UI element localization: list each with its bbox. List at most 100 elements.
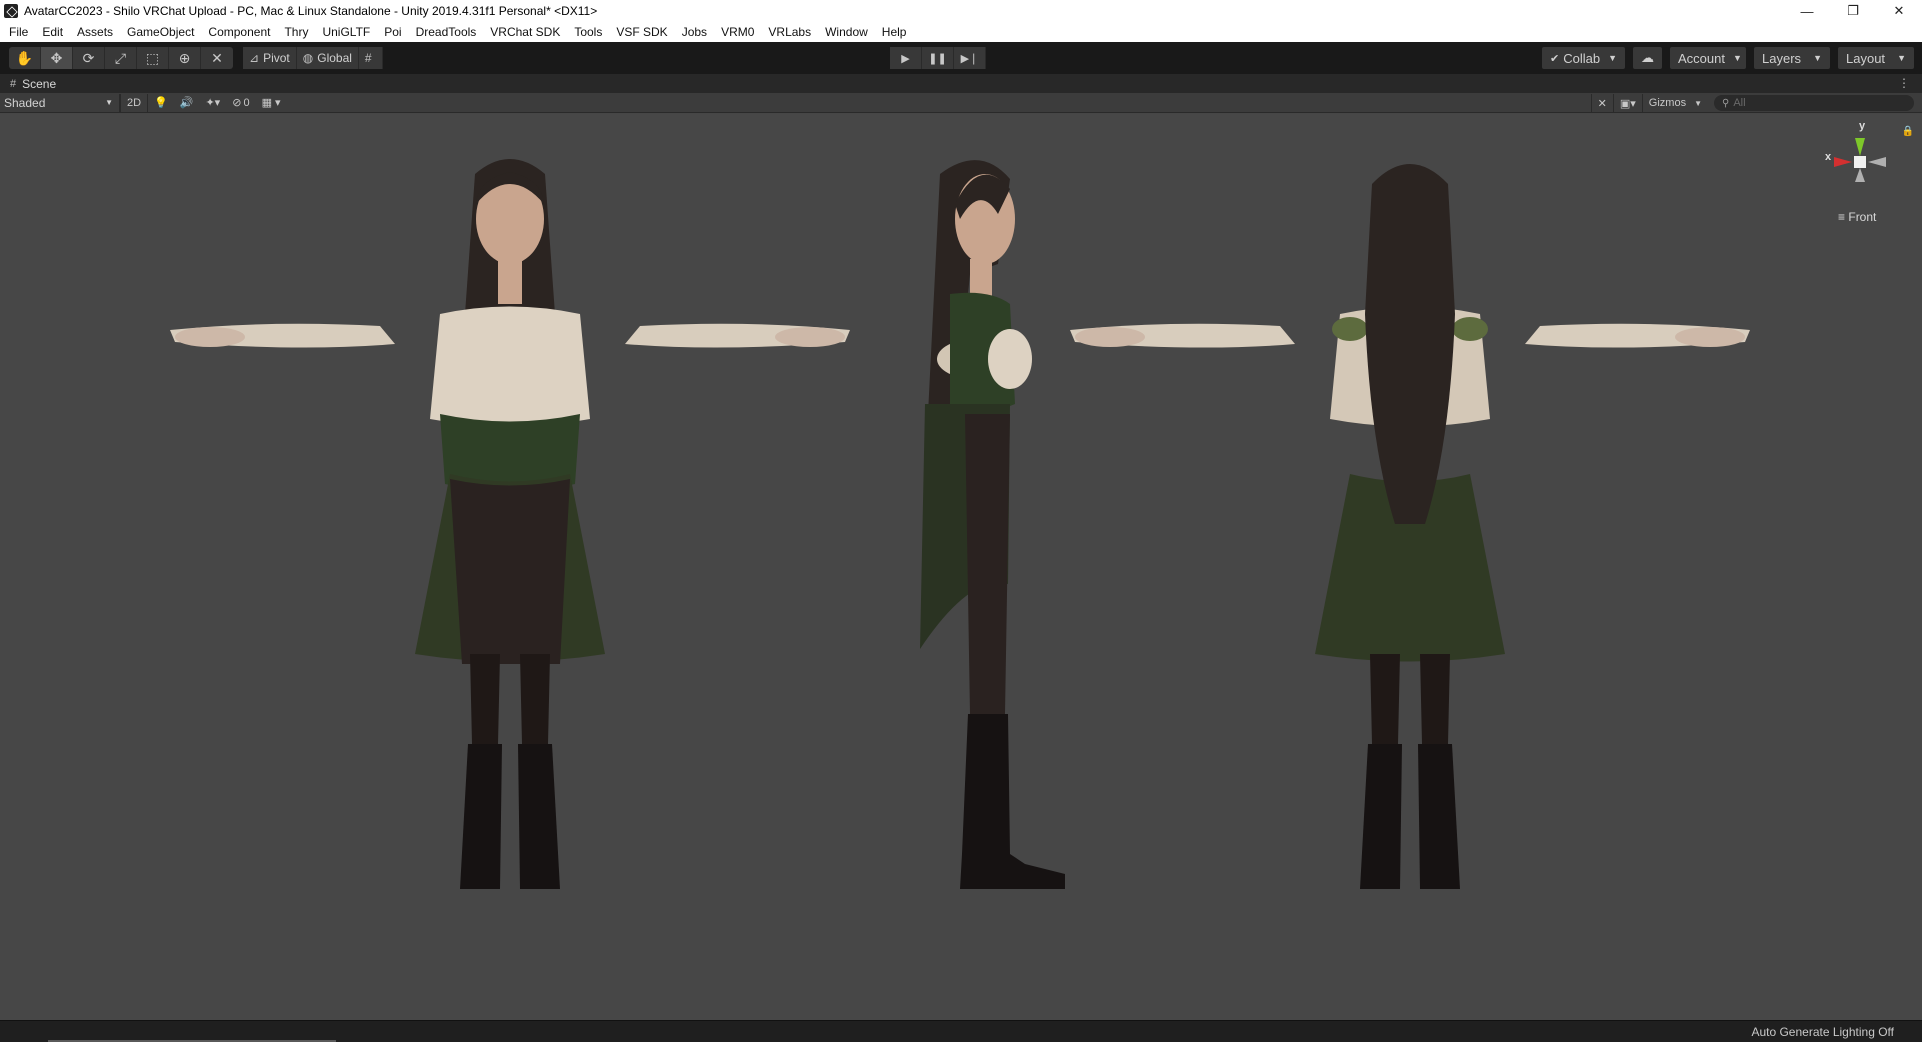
menu-jobs[interactable]: Jobs	[675, 22, 714, 42]
transform-tool-icon[interactable]: ⊕	[169, 47, 201, 69]
layout-dropdown[interactable]: Layout ▼	[1838, 47, 1914, 69]
scene-grid-icon: #	[10, 77, 17, 90]
menu-edit[interactable]: Edit	[35, 22, 70, 42]
menu-dreadtools[interactable]: DreadTools	[409, 22, 484, 42]
menu-vsf-sdk[interactable]: VSF SDK	[609, 22, 674, 42]
global-label: Global	[317, 51, 352, 65]
rect-tool-icon[interactable]: ⬚	[137, 47, 169, 69]
hidden-objects-toggle[interactable]: ⊘ 0	[226, 94, 255, 112]
scene-tab-bar: # Scene ⋮	[0, 74, 1922, 93]
layout-label: Layout	[1846, 50, 1886, 66]
account-dropdown[interactable]: Account ▼	[1670, 47, 1746, 69]
menu-unigltf[interactable]: UniGLTF	[315, 22, 377, 42]
tools-icon[interactable]: ✕	[1590, 94, 1613, 112]
menu-vrm0[interactable]: VRM0	[714, 22, 761, 42]
pivot-controls: ⊿ Pivot ◍ Global #	[243, 47, 383, 69]
rotate-tool-icon[interactable]: ⟳	[73, 47, 105, 69]
menu-thry[interactable]: Thry	[277, 22, 315, 42]
2d-toggle[interactable]: 2D	[120, 93, 147, 112]
layers-label: Layers	[1762, 50, 1802, 66]
chevron-down-icon: ▼	[1608, 53, 1617, 63]
scene-viewport[interactable]: y x 🔒 ≡ Front	[0, 114, 1922, 1020]
chevron-down-icon: ▼	[1732, 53, 1742, 63]
view-orientation-label[interactable]: ≡ Front	[1838, 210, 1876, 224]
toolbar-right: ✔ Collab ▼ ☁ Account ▼ Layers ▼ Layout ▼	[1534, 47, 1914, 69]
camera-icon[interactable]: ▣▾	[1612, 94, 1642, 112]
menu-bar: File Edit Assets GameObject Component Th…	[0, 22, 1922, 42]
lock-icon[interactable]: 🔒	[1902, 126, 1914, 137]
check-icon: ✔	[1550, 52, 1560, 65]
menu-help[interactable]: Help	[875, 22, 914, 42]
tab-menu-icon[interactable]: ⋮	[1898, 76, 1910, 90]
restore-button[interactable]: ❐	[1830, 0, 1876, 22]
chevron-down-icon: ▼	[105, 98, 113, 107]
chevron-down-icon: ▼	[1897, 53, 1906, 63]
scene-toolbar: Shaded ▼ 2D 💡 🔊 ✦▾ ⊘ 0 ▦ ▾ ✕ ▣▾ Gizmos ▼…	[0, 93, 1922, 113]
custom-tool-icon[interactable]: ✕	[201, 47, 233, 69]
avatar-front-view[interactable]	[150, 144, 870, 964]
menu-component[interactable]: Component	[201, 22, 277, 42]
menu-assets[interactable]: Assets	[70, 22, 120, 42]
pause-icon[interactable]: ❚❚	[922, 47, 954, 69]
grid-icon[interactable]: ▦ ▾	[256, 94, 287, 112]
menu-gameobject[interactable]: GameObject	[120, 22, 201, 42]
view-label-text: Front	[1848, 210, 1877, 224]
status-text: Auto Generate Lighting Off	[1751, 1025, 1894, 1039]
move-tool-icon[interactable]: ✥	[41, 47, 73, 69]
minimize-button[interactable]: —	[1784, 0, 1830, 22]
step-icon[interactable]: ▶❘	[954, 47, 986, 69]
menu-vrlabs[interactable]: VRLabs	[761, 22, 818, 42]
layers-dropdown[interactable]: Layers ▼	[1754, 47, 1830, 69]
menu-icon: ≡	[1838, 210, 1846, 224]
unity-logo-icon	[4, 4, 18, 18]
menu-poi[interactable]: Poi	[377, 22, 408, 42]
collab-dropdown[interactable]: ✔ Collab ▼	[1542, 47, 1625, 69]
status-bar: Auto Generate Lighting Off	[0, 1020, 1922, 1042]
snap-button[interactable]: #	[358, 47, 383, 69]
close-button[interactable]: ✕	[1876, 0, 1922, 22]
account-label: Account	[1678, 50, 1725, 66]
globe-icon: ◍	[302, 51, 314, 65]
menu-vrchat-sdk[interactable]: VRChat SDK	[483, 22, 567, 42]
effects-icon[interactable]: ✦▾	[199, 94, 226, 112]
grid-snap-icon: #	[364, 51, 372, 65]
window-controls: — ❐ ✕	[1784, 0, 1922, 22]
menu-file[interactable]: File	[2, 22, 35, 42]
audio-icon[interactable]: 🔊	[174, 94, 200, 112]
scene-search-input[interactable]: ⚲ All	[1714, 95, 1914, 111]
cloud-button[interactable]: ☁	[1633, 47, 1662, 69]
pivot-button[interactable]: ⊿ Pivot	[243, 47, 297, 69]
avatar-back-view[interactable]	[1050, 144, 1770, 964]
title-bar: AvatarCC2023 - Shilo VRChat Upload - PC,…	[0, 0, 1922, 22]
play-icon[interactable]: ▶	[890, 47, 922, 69]
axis-gizmo-icon	[1834, 138, 1886, 182]
shading-mode-dropdown[interactable]: Shaded ▼	[0, 93, 120, 112]
chevron-down-icon: ▼	[1694, 98, 1702, 108]
cloud-icon: ☁	[1641, 50, 1654, 65]
transform-tools: ✋ ✥ ⟳ ⤢ ⬚ ⊕ ✕	[9, 47, 233, 69]
search-icon: ⚲	[1722, 97, 1730, 109]
global-button[interactable]: ◍ Global	[296, 47, 359, 69]
hand-tool-icon[interactable]: ✋	[9, 47, 41, 69]
pivot-icon: ⊿	[249, 51, 260, 65]
gizmos-label: Gizmos	[1648, 97, 1687, 109]
gizmos-dropdown[interactable]: Gizmos ▼	[1641, 94, 1708, 112]
hidden-count: 0	[243, 96, 250, 109]
tab-scene[interactable]: # Scene	[0, 77, 56, 91]
menu-window[interactable]: Window	[818, 22, 875, 42]
collab-label: Collab	[1563, 50, 1601, 66]
playback-controls: ▶ ❚❚ ▶❘	[890, 47, 986, 69]
scene-toolbar-right: ✕ ▣▾ Gizmos ▼ ⚲ All	[1590, 93, 1922, 113]
eye-slash-icon: ⊘	[232, 97, 242, 109]
scale-tool-icon[interactable]: ⤢	[105, 47, 137, 69]
main-toolbar: ✋ ✥ ⟳ ⤢ ⬚ ⊕ ✕ ⊿ Pivot ◍ Global # ▶ ❚❚ ▶❘…	[0, 42, 1922, 74]
shading-mode-label: Shaded	[4, 95, 46, 110]
window-title: AvatarCC2023 - Shilo VRChat Upload - PC,…	[24, 4, 598, 18]
orientation-gizmo[interactable]: y x 🔒 ≡ Front	[1820, 120, 1914, 224]
scene-tab-label: Scene	[22, 76, 57, 91]
pivot-label: Pivot	[263, 51, 290, 65]
lighting-icon[interactable]: 💡	[147, 93, 174, 112]
search-placeholder: All	[1733, 97, 1746, 109]
chevron-down-icon: ▼	[1813, 53, 1822, 63]
menu-tools[interactable]: Tools	[567, 22, 609, 42]
